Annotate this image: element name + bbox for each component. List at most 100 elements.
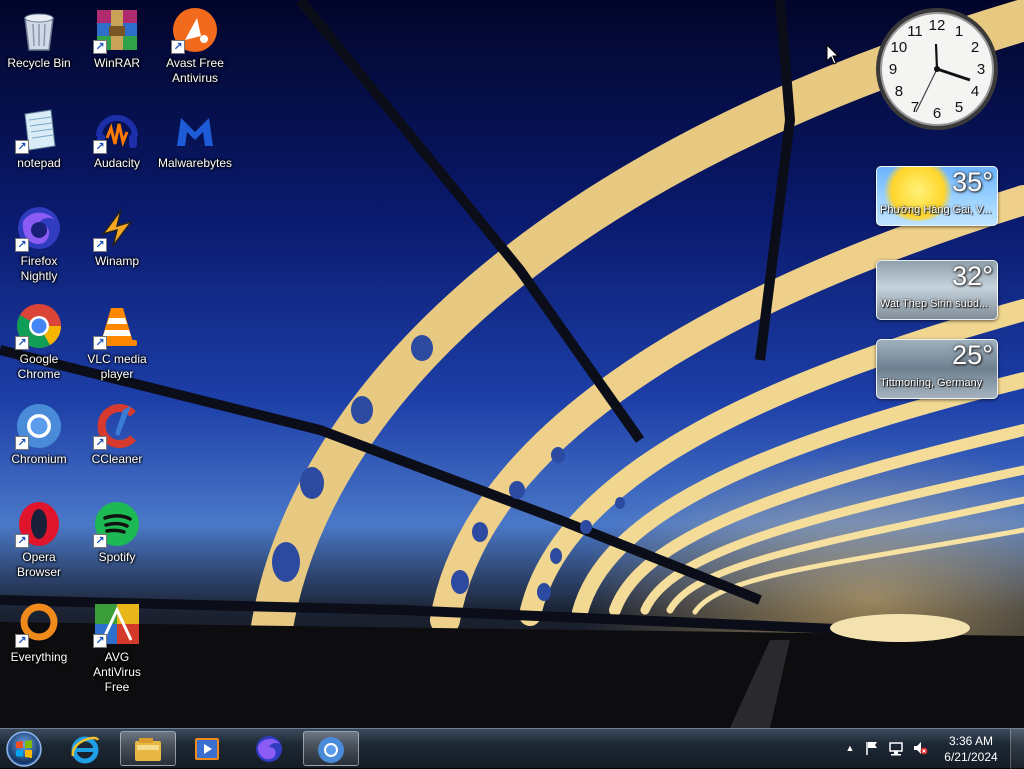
clock-numeral: 8 [895,83,903,100]
clock-gadget[interactable]: 12 1234567891011 [874,6,1000,132]
weather-location: Phường Hàng Gai, V... [880,204,992,216]
avg-icon: ↗ [93,600,141,648]
windows-explorer-icon [135,738,161,761]
desktop-icon-firefox-nightly[interactable]: ↗ Firefox Nightly [0,198,78,284]
desktop-icon-winrar[interactable]: ↗ WinRAR [78,0,156,71]
chrome-icon: ↗ [15,302,63,350]
desktop-icon-everything[interactable]: ↗ Everything [0,594,78,665]
media-player-icon [195,738,219,760]
desktop-icon-malwarebytes[interactable]: Malwarebytes [156,100,234,171]
clock-numeral: 12 [929,17,946,34]
shortcut-arrow-icon: ↗ [15,140,29,154]
weather-temperature: 25° [952,340,993,370]
weather-location: Tittmoning, Germany [880,377,983,389]
desktop-icon-notepad[interactable]: ↗ notepad [0,100,78,171]
clock-numeral: 1 [955,23,963,40]
firefox-nightly-icon [256,736,282,762]
icon-label: Opera Browser [16,550,61,579]
desktop-icon-avast[interactable]: ↗ Avast Free Antivirus [156,0,234,86]
icon-label: Malwarebytes [158,156,233,170]
taskbar-firefox-nightly[interactable] [242,731,298,766]
shortcut-arrow-icon: ↗ [93,634,107,648]
shortcut-arrow-icon: ↗ [171,40,185,54]
taskbar: ▲ 3:36 AM 6/21/2024 [0,728,1024,769]
desktop-icon-recycle-bin[interactable]: Recycle Bin [0,0,78,71]
volume-muted-icon[interactable] [912,740,928,756]
clock-numeral: 5 [955,99,963,116]
malwarebytes-icon [171,106,219,154]
show-hidden-icons-button[interactable]: ▲ [842,740,858,756]
show-desktop-button[interactable] [1010,729,1024,769]
icon-label: Google Chrome [17,352,61,381]
desktop-icon-chromium[interactable]: ↗ Chromium [0,396,78,467]
internet-explorer-icon [71,736,100,764]
shortcut-arrow-icon: ↗ [93,238,107,252]
desktop-icon-audacity[interactable]: ↗ Audacity [78,100,156,171]
shortcut-arrow-icon: ↗ [15,634,29,648]
shortcut-arrow-icon: ↗ [93,40,107,54]
desktop-icon-avg[interactable]: ↗ AVG AntiVirus Free [78,594,156,695]
everything-icon: ↗ [15,600,63,648]
spotify-icon: ↗ [93,500,141,548]
ccleaner-icon: ↗ [93,402,141,450]
taskbar-media-player[interactable] [180,731,236,766]
desktop[interactable]: Recycle Bin ↗ WinRAR ↗ Avast Free Antivi… [0,0,1024,728]
shortcut-arrow-icon: ↗ [15,436,29,450]
opera-icon: ↗ [15,500,63,548]
chromium-icon [318,737,344,763]
shortcut-arrow-icon: ↗ [15,336,29,350]
icon-label: Recycle Bin [7,56,71,70]
taskbar-internet-explorer[interactable] [58,731,114,766]
icon-label: notepad [17,156,61,170]
icon-label: CCleaner [91,452,143,466]
weather-location: Wat Thep Sirin subd... [880,298,989,310]
firefox-nightly-icon: ↗ [15,204,63,252]
audacity-icon: ↗ [93,106,141,154]
clock-numeral: 6 [933,105,941,122]
start-button[interactable] [4,730,44,768]
mouse-cursor-icon [826,44,840,65]
shortcut-arrow-icon: ↗ [93,140,107,154]
taskbar-clock[interactable]: 3:36 AM 6/21/2024 [938,733,1004,765]
notepad-icon: ↗ [15,106,63,154]
shortcut-arrow-icon: ↗ [15,238,29,252]
shortcut-arrow-icon: ↗ [93,534,107,548]
desktop-icon-winamp[interactable]: ↗ Winamp [78,198,156,269]
clock-numeral: 3 [977,61,985,78]
taskbar-chromium[interactable] [303,731,359,766]
icon-label: Firefox Nightly [20,254,58,283]
clock-numeral: 2 [971,39,979,56]
icon-label: WinRAR [93,56,140,70]
clock-numeral: 4 [971,83,979,100]
vlc-icon: ↗ [93,302,141,350]
clock-date: 6/21/2024 [944,750,998,764]
clock-time: 3:36 AM [948,734,994,748]
icon-label: Chromium [11,452,67,466]
action-center-flag-icon[interactable] [864,740,880,756]
clock-numeral: 9 [889,61,897,78]
weather-gadget[interactable]: 32° Wat Thep Sirin subd... [876,260,998,320]
shortcut-arrow-icon: ↗ [15,534,29,548]
icon-label: Spotify [98,550,136,564]
shortcut-arrow-icon: ↗ [93,336,107,350]
icon-label: Everything [10,650,68,664]
clock-numeral: 11 [907,23,923,40]
icon-label: Audacity [93,156,141,170]
chromium-icon: ↗ [15,402,63,450]
icon-label: Avast Free Antivirus [166,56,224,85]
taskbar-windows-explorer[interactable] [120,731,176,766]
weather-gadget[interactable]: 25° Tittmoning, Germany [876,339,998,399]
weather-gadget[interactable]: 35° Phường Hàng Gai, V... [876,166,998,226]
desktop-icon-spotify[interactable]: ↗ Spotify [78,494,156,565]
desktop-icon-ccleaner[interactable]: ↗ CCleaner [78,396,156,467]
minute-hand [934,43,939,70]
desktop-icon-google-chrome[interactable]: ↗ Google Chrome [0,296,78,382]
winamp-icon: ↗ [93,204,141,252]
avast-icon: ↗ [171,6,219,54]
network-icon[interactable] [888,740,904,756]
weather-temperature: 32° [952,261,993,291]
desktop-icon-vlc[interactable]: ↗ VLC media player [78,296,156,382]
desktop-icon-opera[interactable]: ↗ Opera Browser [0,494,78,580]
icon-label: Winamp [94,254,139,268]
icon-label: VLC media player [87,352,147,381]
